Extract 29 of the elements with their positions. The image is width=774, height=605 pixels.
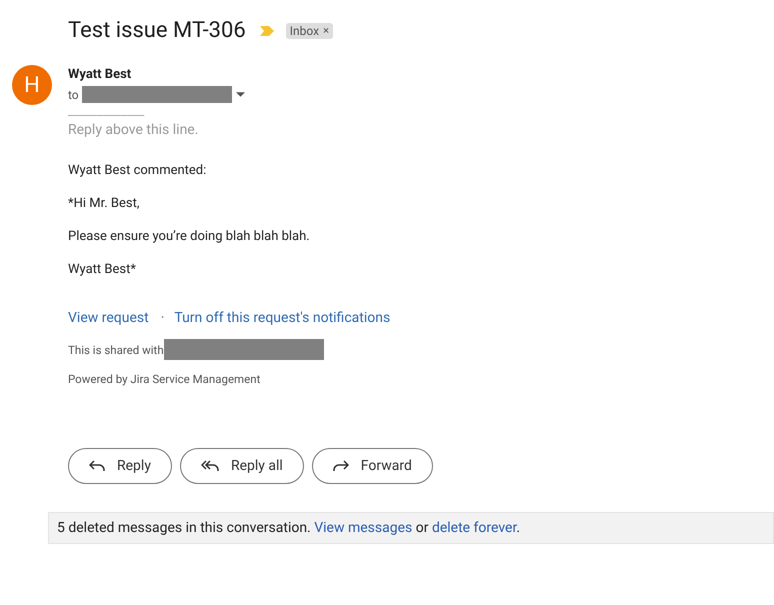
importance-marker-icon[interactable] <box>260 26 274 36</box>
caret-icon[interactable] <box>236 92 245 97</box>
sender-avatar: H <box>12 65 52 105</box>
link-separator: · <box>160 310 164 326</box>
action-button[interactable]: Reply all <box>180 448 304 484</box>
powered-by-text: Powered by Jira Service Management <box>68 372 260 386</box>
separator-line-text: _____________ <box>68 105 144 119</box>
action-button[interactable]: Reply <box>68 448 172 484</box>
reply-icon <box>89 460 105 472</box>
label-text: Inbox <box>290 24 320 38</box>
label-chip[interactable]: Inbox × <box>286 22 333 38</box>
reply-all-icon <box>200 460 219 472</box>
shared-with-text: This is shared with <box>68 342 164 356</box>
body-paragraph: Wyatt Best commented: <box>68 162 208 179</box>
deleted-messages-link[interactable]: View messages <box>314 520 412 536</box>
reply-hint: Reply above this line. <box>68 122 198 138</box>
action-button[interactable]: Forward <box>312 448 433 484</box>
view-request-link[interactable]: View request <box>68 310 149 326</box>
deleted-messages-link[interactable]: delete forever <box>432 520 516 536</box>
forward-icon <box>332 460 349 472</box>
recipient-label: to <box>68 88 79 102</box>
sender-name: Wyatt Best <box>68 67 132 82</box>
body-paragraph: Please ensure you’re doing blah blah blah. <box>68 228 310 245</box>
remove-label-button[interactable]: × <box>323 24 329 37</box>
notifications-link[interactable]: Turn off this request's notifications <box>174 310 390 326</box>
email-subject: Test issue MT-306 <box>68 18 246 43</box>
body-paragraph: *Hi Mr. Best, <box>68 195 140 212</box>
body-paragraph: Wyatt Best* <box>68 261 137 278</box>
deleted-messages-text: 5 deleted messages in this conversation. View messages or delete forever. <box>57 520 520 536</box>
